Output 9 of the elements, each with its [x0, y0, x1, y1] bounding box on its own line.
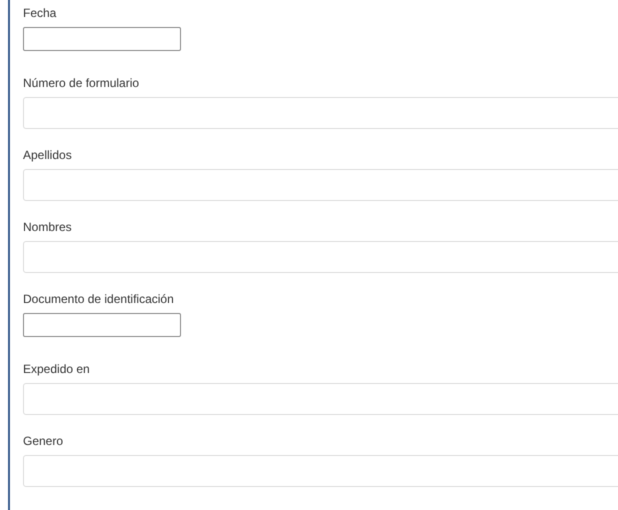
field-label: Número de formulario	[23, 75, 140, 91]
input-field[interactable]	[23, 313, 181, 337]
input-field[interactable]	[23, 27, 181, 51]
field-label: Nombres	[23, 219, 72, 235]
field-label: Documento de identificación	[23, 291, 174, 307]
field-label: Expedido en	[23, 361, 90, 377]
field-label: Genero	[23, 433, 64, 449]
field-label: Fecha	[23, 5, 56, 21]
field-label: Apellidos	[23, 147, 72, 163]
